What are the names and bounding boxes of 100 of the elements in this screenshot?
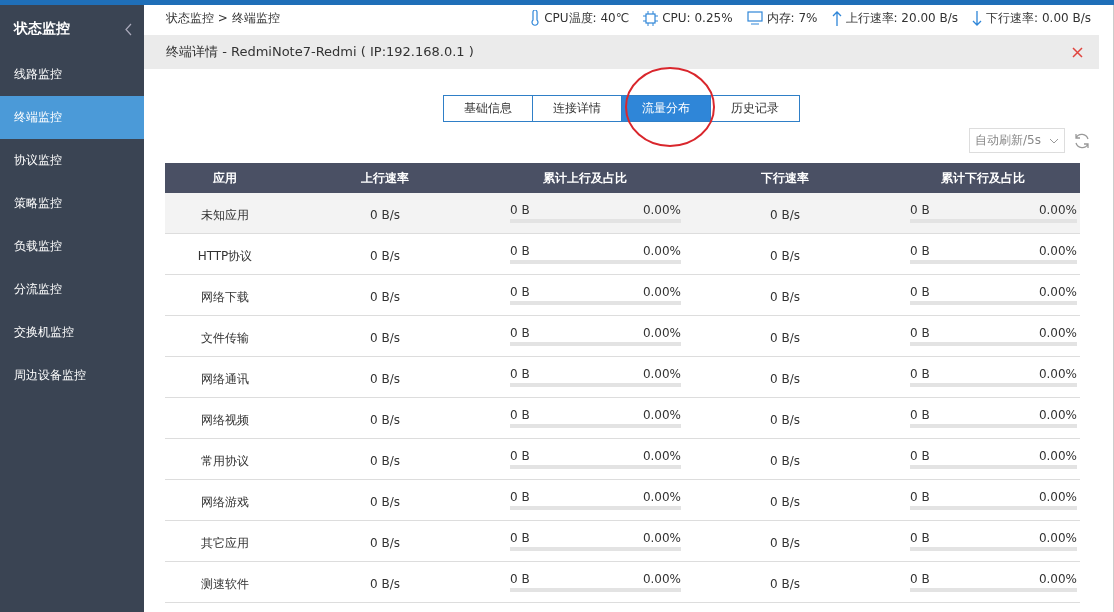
app-cell-text: 网络下载 bbox=[200, 288, 250, 306]
total-value: 0 B bbox=[510, 367, 530, 381]
app-cell-text: 网络视频 bbox=[200, 411, 250, 429]
arrow-up-icon bbox=[831, 10, 842, 26]
total-value: 0 B bbox=[910, 326, 930, 340]
download-rate-cell-text: 0 B/s bbox=[769, 412, 801, 427]
percentage-value: 0.00% bbox=[642, 367, 681, 381]
table-row[interactable]: 未知应用 0 B/s 0 B 0.00% 0 B/s 0 B 0.00% bbox=[165, 193, 1080, 234]
status-reading: 上行速率: 20.00 B/s bbox=[845, 9, 959, 27]
column-header: 应用 bbox=[212, 169, 238, 187]
app-cell-text: HTTP协议 bbox=[196, 247, 254, 265]
total-value: 0 B bbox=[510, 490, 530, 504]
download-rate-cell-text: 0 B/s bbox=[769, 289, 801, 304]
upload-rate-cell-text: 0 B/s bbox=[369, 576, 401, 591]
upload-rate-cell-text: 0 B/s bbox=[369, 412, 401, 427]
sidebar-item[interactable]: 线路监控 bbox=[0, 53, 144, 96]
status-reading: 下行速率: 0.00 B/s bbox=[986, 9, 1091, 27]
collapse-chevron-icon[interactable] bbox=[125, 22, 132, 36]
app-cell-text: 常用协议 bbox=[200, 452, 250, 470]
refresh-icon[interactable] bbox=[1073, 131, 1091, 150]
tab[interactable]: 流量分布 bbox=[620, 95, 711, 122]
total-value: 0 B bbox=[910, 408, 930, 422]
app-cell-text: 其它应用 bbox=[200, 534, 250, 552]
total-value: 0 B bbox=[910, 285, 930, 299]
total-value: 0 B bbox=[510, 285, 530, 299]
sidebar-item[interactable]: 周边设备监控 bbox=[0, 354, 144, 397]
app-cell-text: 未知应用 bbox=[200, 206, 250, 224]
percentage-value: 0.00% bbox=[642, 244, 681, 258]
percentage-value: 0.00% bbox=[642, 408, 681, 422]
close-button[interactable] bbox=[1072, 46, 1083, 58]
column-header: 累计下行及占比 bbox=[940, 169, 1026, 187]
column-header: 下行速率 bbox=[760, 169, 810, 187]
percentage-value: 0.00% bbox=[642, 572, 681, 586]
upload-rate-cell-text: 0 B/s bbox=[369, 289, 401, 304]
sidebar-item[interactable]: 分流监控 bbox=[0, 268, 144, 311]
total-value: 0 B bbox=[910, 449, 930, 463]
total-value: 0 B bbox=[510, 244, 530, 258]
total-value: 0 B bbox=[910, 490, 930, 504]
refresh-interval-dropdown[interactable]: 自动刷新/5s bbox=[969, 128, 1065, 153]
total-value: 0 B bbox=[910, 244, 930, 258]
total-value: 0 B bbox=[910, 203, 930, 217]
sidebar-item[interactable]: 策略监控 bbox=[0, 182, 144, 225]
total-value: 0 B bbox=[910, 367, 930, 381]
download-rate-cell-text: 0 B/s bbox=[769, 330, 801, 345]
total-value: 0 B bbox=[510, 449, 530, 463]
upload-rate-cell-text: 0 B/s bbox=[369, 371, 401, 386]
percentage-value: 0.00% bbox=[1038, 449, 1077, 463]
thermometer-icon bbox=[530, 10, 541, 26]
sidebar-item[interactable]: 交换机监控 bbox=[0, 311, 144, 354]
download-rate-cell-text: 0 B/s bbox=[769, 453, 801, 468]
total-value: 0 B bbox=[510, 326, 530, 340]
app-cell-text: 文件传输 bbox=[200, 329, 250, 347]
column-header: 累计上行及占比 bbox=[542, 169, 628, 187]
app-cell-text: 网络游戏 bbox=[200, 493, 250, 511]
download-rate-cell-text: 0 B/s bbox=[769, 535, 801, 550]
download-rate-cell-text: 0 B/s bbox=[769, 371, 801, 386]
status-reading: CPU温度: 40℃ bbox=[544, 9, 630, 27]
percentage-value: 0.00% bbox=[642, 203, 681, 217]
status-reading: 内存: 7% bbox=[766, 9, 818, 27]
total-value: 0 B bbox=[910, 572, 930, 586]
percentage-value: 0.00% bbox=[1038, 203, 1077, 217]
download-rate-cell-text: 0 B/s bbox=[769, 248, 801, 263]
download-rate-cell-text: 0 B/s bbox=[769, 207, 801, 222]
percentage-value: 0.00% bbox=[1038, 490, 1077, 504]
panel-title: 终端详情 - RedmiNote7-Redmi ( IP:192.168.0.1 ) bbox=[166, 43, 474, 61]
upload-rate-cell-text: 0 B/s bbox=[369, 207, 401, 222]
percentage-value: 0.00% bbox=[1038, 408, 1077, 422]
total-value: 0 B bbox=[910, 531, 930, 545]
breadcrumb: 状态监控 > 终端监控 bbox=[166, 9, 280, 27]
upload-rate-cell-text: 0 B/s bbox=[369, 248, 401, 263]
upload-rate-cell-text: 0 B/s bbox=[369, 494, 401, 509]
download-rate-cell-text: 0 B/s bbox=[769, 576, 801, 591]
percentage-value: 0.00% bbox=[642, 531, 681, 545]
percentage-value: 0.00% bbox=[1038, 244, 1077, 258]
total-value: 0 B bbox=[510, 203, 530, 217]
arrow-down-icon bbox=[972, 10, 983, 26]
sidebar-item[interactable]: 协议监控 bbox=[0, 139, 144, 182]
percentage-value: 0.00% bbox=[642, 490, 681, 504]
percentage-value: 0.00% bbox=[1038, 572, 1077, 586]
chip-icon bbox=[643, 10, 659, 26]
percentage-value: 0.00% bbox=[1038, 367, 1077, 381]
percentage-value: 0.00% bbox=[642, 285, 681, 299]
app-cell-text: 测速软件 bbox=[200, 575, 250, 593]
tab[interactable]: 历史记录 bbox=[709, 95, 800, 122]
sidebar-item[interactable]: 负载监控 bbox=[0, 225, 144, 268]
monitor-icon bbox=[746, 11, 763, 25]
tab[interactable]: 基础信息 bbox=[442, 95, 533, 122]
app-cell-text: 网络通讯 bbox=[200, 370, 250, 388]
upload-rate-cell-text: 0 B/s bbox=[369, 535, 401, 550]
total-value: 0 B bbox=[510, 572, 530, 586]
sidebar-title: 状态监控 bbox=[14, 20, 70, 38]
upload-rate-cell-text: 0 B/s bbox=[369, 453, 401, 468]
chevron-down-icon bbox=[1049, 137, 1059, 144]
percentage-value: 0.00% bbox=[1038, 326, 1077, 340]
column-header: 上行速率 bbox=[360, 169, 410, 187]
percentage-value: 0.00% bbox=[642, 449, 681, 463]
percentage-value: 0.00% bbox=[1038, 285, 1077, 299]
total-value: 0 B bbox=[510, 531, 530, 545]
tab[interactable]: 连接详情 bbox=[531, 95, 622, 122]
download-rate-cell-text: 0 B/s bbox=[769, 494, 801, 509]
